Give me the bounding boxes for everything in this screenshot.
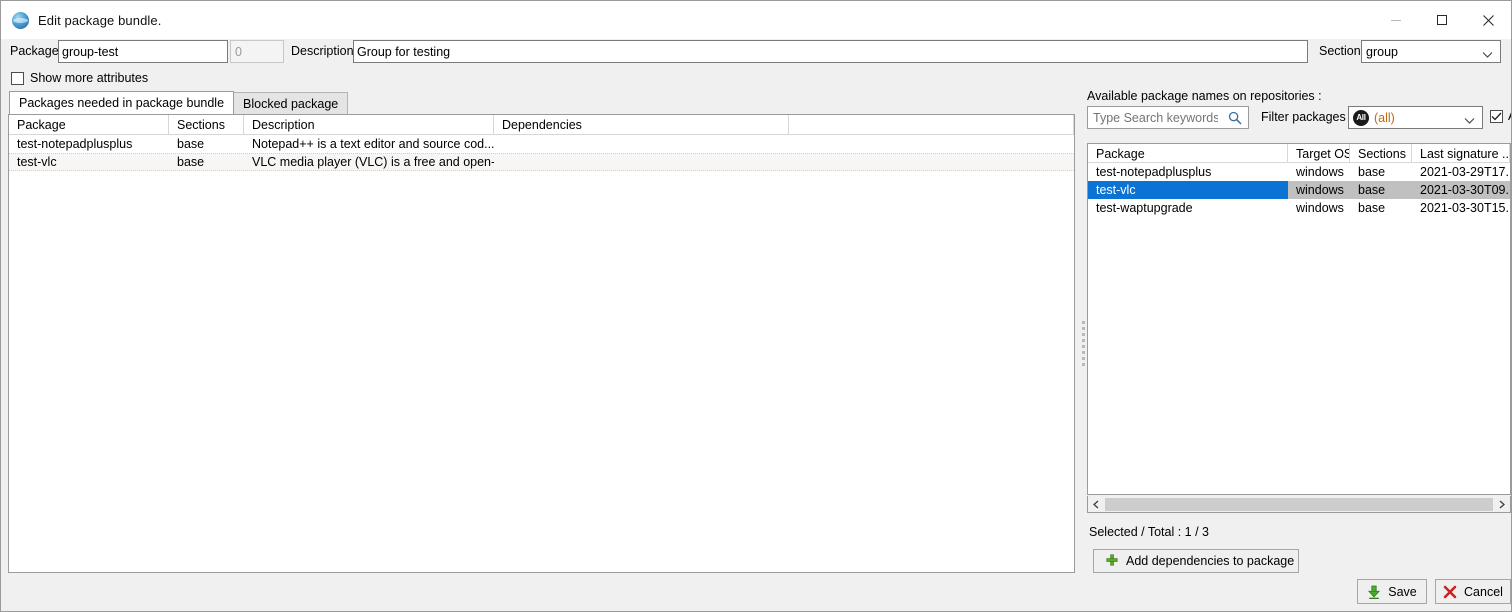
table-row[interactable]: test-notepadplusplus base Notepad++ is a…	[9, 135, 1074, 153]
column-header-last-signature[interactable]: Last signature ...	[1412, 144, 1510, 163]
column-header-sections[interactable]: Sections	[169, 115, 244, 135]
column-header-package[interactable]: Package	[1088, 144, 1288, 163]
description-label: Description	[291, 44, 354, 58]
plus-icon	[1106, 553, 1118, 569]
horizontal-scrollbar[interactable]	[1087, 496, 1511, 513]
add-dependencies-label: Add dependencies to package	[1126, 554, 1295, 568]
close-button[interactable]	[1465, 1, 1511, 39]
cell-target-os: windows	[1288, 181, 1350, 199]
cell-sections: base	[177, 155, 205, 169]
search-input[interactable]	[1088, 109, 1220, 126]
cell-target-os: windows	[1296, 165, 1344, 179]
search-filter-row: Filter packages All (all) Availab	[1087, 106, 1511, 132]
column-header-dependencies[interactable]: Dependencies	[494, 115, 789, 135]
save-button[interactable]: Save	[1357, 579, 1427, 604]
search-box[interactable]	[1087, 106, 1249, 129]
package-label: Package	[10, 44, 58, 58]
scrollbar-thumb[interactable]	[1105, 497, 1493, 511]
edit-package-bundle-window: Edit package bundle. Package Description…	[0, 0, 1512, 612]
show-more-attributes-label: Show more attributes	[30, 71, 149, 85]
filter-select-value: (all)	[1374, 110, 1395, 125]
cell-package: test-vlc	[17, 155, 57, 169]
table-header-row: Package Target OS Sections Last signatur…	[1088, 144, 1510, 163]
cell-extra	[789, 154, 1074, 170]
cell-package: test-vlc	[1088, 181, 1288, 199]
cell-sections: base	[177, 137, 205, 151]
cell-package: test-notepadplusplus	[1096, 165, 1212, 179]
title-bar: Edit package bundle.	[1, 1, 1511, 39]
scroll-left-icon[interactable]	[1088, 497, 1104, 512]
maximize-button[interactable]	[1419, 1, 1465, 39]
available-packages-table: Package Target OS Sections Last signatur…	[1087, 143, 1511, 495]
scroll-right-icon[interactable]	[1494, 497, 1510, 512]
save-label: Save	[1388, 584, 1417, 599]
column-header-extra[interactable]	[789, 115, 1074, 135]
table-header-row: Package Sections Description Dependencie…	[9, 115, 1074, 135]
cell-dependencies	[494, 135, 789, 153]
search-icon[interactable]	[1228, 111, 1242, 128]
available-packages-panel: Available package names on repositories …	[1087, 89, 1511, 132]
cell-extra	[789, 135, 1074, 153]
cell-sections: base	[1358, 201, 1386, 215]
chevron-down-icon	[1464, 114, 1475, 128]
cell-last-signature: 2021-03-30T15...	[1420, 201, 1510, 215]
tab-bar: Packages needed in package bundle Blocke…	[9, 91, 349, 114]
cell-target-os: windows	[1296, 201, 1344, 215]
column-header-sections[interactable]: Sections	[1350, 144, 1412, 163]
table-row[interactable]: test-vlc base VLC media player (VLC) is …	[9, 153, 1074, 171]
filter-packages-select[interactable]: All (all)	[1348, 106, 1483, 129]
app-globe-icon	[12, 11, 29, 29]
chevron-down-icon	[1482, 48, 1493, 62]
cell-dependencies	[494, 154, 789, 170]
cell-package: test-notepadplusplus	[17, 137, 133, 151]
cell-last-signature: 2021-03-29T17...	[1420, 165, 1510, 179]
section-select-value: group	[1366, 44, 1398, 59]
window-title: Edit package bundle.	[38, 12, 162, 28]
package-name-input[interactable]	[58, 40, 228, 63]
cell-description: Notepad++ is a text editor and source co…	[252, 137, 494, 151]
cell-package: test-waptupgrade	[1096, 201, 1193, 215]
package-version-input[interactable]	[230, 40, 284, 63]
minimize-button[interactable]	[1373, 1, 1419, 39]
section-select[interactable]: group	[1361, 40, 1501, 63]
table-row[interactable]: test-waptupgrade windows base 2021-03-30…	[1088, 199, 1510, 217]
splitter-grip-dots	[1081, 321, 1085, 366]
cell-last-signature: 2021-03-30T09...	[1412, 181, 1510, 199]
selected-total-status: Selected / Total : 1 / 3	[1089, 525, 1209, 539]
cancel-x-icon	[1443, 585, 1457, 599]
available-only-label: Availab	[1508, 109, 1511, 123]
add-dependencies-button[interactable]: Add dependencies to package	[1093, 549, 1299, 573]
tab-packages-needed[interactable]: Packages needed in package bundle	[9, 91, 235, 114]
description-input[interactable]	[353, 40, 1308, 63]
filter-packages-label: Filter packages	[1261, 110, 1346, 124]
panel-splitter-handle[interactable]	[1079, 114, 1087, 573]
column-header-target-os[interactable]: Target OS	[1288, 144, 1350, 163]
available-packages-label: Available package names on repositories …	[1087, 89, 1322, 103]
cell-sections: base	[1358, 165, 1386, 179]
available-only-checkbox-row[interactable]: Availab	[1490, 109, 1511, 123]
tab-blocked-package[interactable]: Blocked package	[233, 92, 349, 114]
cell-sections: base	[1350, 181, 1412, 199]
table-row[interactable]: test-notepadplusplus windows base 2021-0…	[1088, 163, 1510, 181]
show-more-attributes-row[interactable]: Show more attributes	[11, 71, 148, 85]
package-form-row: Package Description Section group	[1, 39, 1511, 65]
cancel-button[interactable]: Cancel	[1435, 579, 1511, 604]
column-header-package[interactable]: Package	[9, 115, 169, 135]
show-more-attributes-checkbox[interactable]	[11, 71, 24, 85]
all-badge-icon: All	[1353, 109, 1369, 126]
window-controls	[1373, 1, 1511, 39]
column-header-description[interactable]: Description	[244, 115, 494, 135]
dialog-footer: Save Cancel	[1, 574, 1511, 611]
packages-needed-table: Package Sections Description Dependencie…	[8, 114, 1075, 573]
table-row[interactable]: test-vlc windows base 2021-03-30T09...	[1088, 181, 1510, 199]
cancel-label: Cancel	[1464, 584, 1503, 599]
cell-description: VLC media player (VLC) is a free and ope…	[252, 155, 494, 169]
section-label: Section	[1319, 44, 1361, 58]
available-only-checkbox[interactable]	[1490, 109, 1503, 123]
save-download-icon	[1367, 585, 1381, 599]
